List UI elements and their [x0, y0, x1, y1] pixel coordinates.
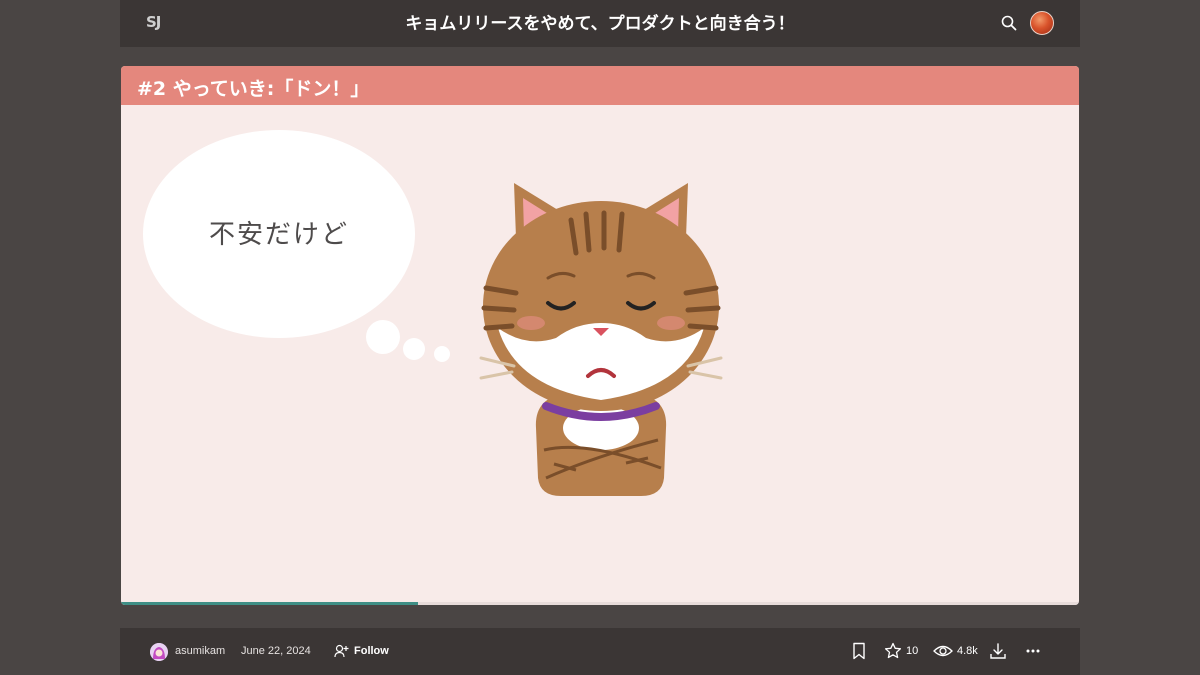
- thought-bubble: 不安だけど: [143, 130, 415, 338]
- publish-date: June 22, 2024: [241, 645, 311, 657]
- slide-heading: #2 やっていき:「ドン！」: [137, 78, 370, 100]
- slide-header-band: #2 やっていき:「ドン！」: [121, 66, 1079, 105]
- thought-bubble-text: 不安だけど: [208, 220, 349, 250]
- thought-dot-large: [366, 320, 400, 354]
- author-name[interactable]: asumikam: [175, 645, 225, 657]
- follow-label: Follow: [354, 645, 389, 657]
- follow-button[interactable]: Follow: [334, 641, 389, 661]
- bookmark-icon: [853, 642, 865, 660]
- views-count: 4.8k: [957, 645, 978, 657]
- add-user-icon: [334, 644, 349, 658]
- deck-title: キョムリリースをやめて、プロダクトと向き合う！: [405, 14, 795, 34]
- slide: #2 やっていき:「ドン！」 不安だけど: [121, 66, 1079, 605]
- thought-dot-medium: [403, 338, 425, 360]
- views-indicator: 4.8k: [933, 641, 978, 661]
- more-horizontal-icon: [1026, 649, 1040, 653]
- slide-progress-fill: [121, 602, 418, 605]
- more-options-button[interactable]: [1025, 641, 1041, 661]
- download-icon: [990, 643, 1006, 659]
- download-button[interactable]: [989, 641, 1007, 661]
- search-icon[interactable]: [1000, 14, 1018, 32]
- stars-count: 10: [906, 645, 919, 657]
- slide-progress-bar[interactable]: [121, 602, 1079, 605]
- bottom-bar: asumikam June 22, 2024 Follow 10 4.8k: [120, 628, 1080, 675]
- eye-icon: [933, 643, 953, 659]
- author-avatar[interactable]: [150, 643, 168, 661]
- thought-dot-small: [434, 346, 450, 362]
- site-logo[interactable]: SJ: [146, 13, 172, 33]
- top-bar: SJ キョムリリースをやめて、プロダクトと向き合う！: [120, 0, 1080, 47]
- cat-illustration: [476, 178, 726, 498]
- star-icon: [884, 642, 902, 660]
- user-avatar[interactable]: [1030, 11, 1054, 35]
- star-button[interactable]: 10: [884, 641, 918, 661]
- bookmark-button[interactable]: [852, 641, 866, 661]
